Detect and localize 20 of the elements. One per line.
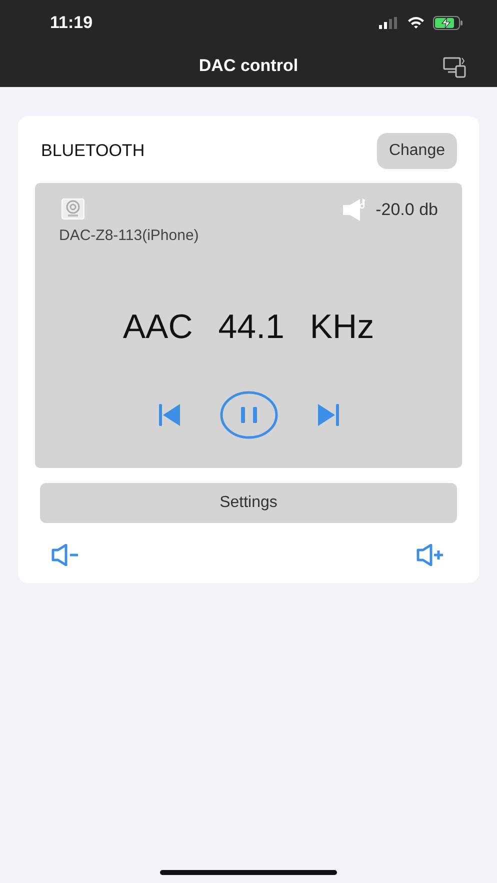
codec-label: AAC — [122, 308, 193, 346]
sample-rate: 44.1 KHz — [218, 308, 374, 346]
xlr-icon — [61, 198, 85, 220]
device-name: DAC-Z8-113(iPhone) — [59, 226, 199, 246]
change-button[interactable]: Change — [376, 133, 457, 169]
volume-down-button[interactable] — [51, 543, 81, 567]
nav-title: DAC control — [198, 55, 298, 78]
devices-button[interactable] — [443, 55, 467, 79]
settings-button[interactable]: Settings — [40, 483, 457, 523]
volume-up-button[interactable] — [416, 543, 446, 567]
status-time: 11:19 — [50, 12, 93, 34]
signal-icon — [379, 16, 399, 28]
pause-button[interactable] — [220, 390, 278, 438]
previous-button[interactable] — [158, 402, 182, 428]
source-label: BLUETOOTH — [40, 140, 145, 162]
speaker-icon — [342, 198, 368, 222]
volume-reading: -20.0 db — [376, 199, 438, 221]
battery-icon — [433, 16, 463, 30]
wifi-icon — [407, 16, 425, 29]
next-button[interactable] — [316, 402, 340, 428]
